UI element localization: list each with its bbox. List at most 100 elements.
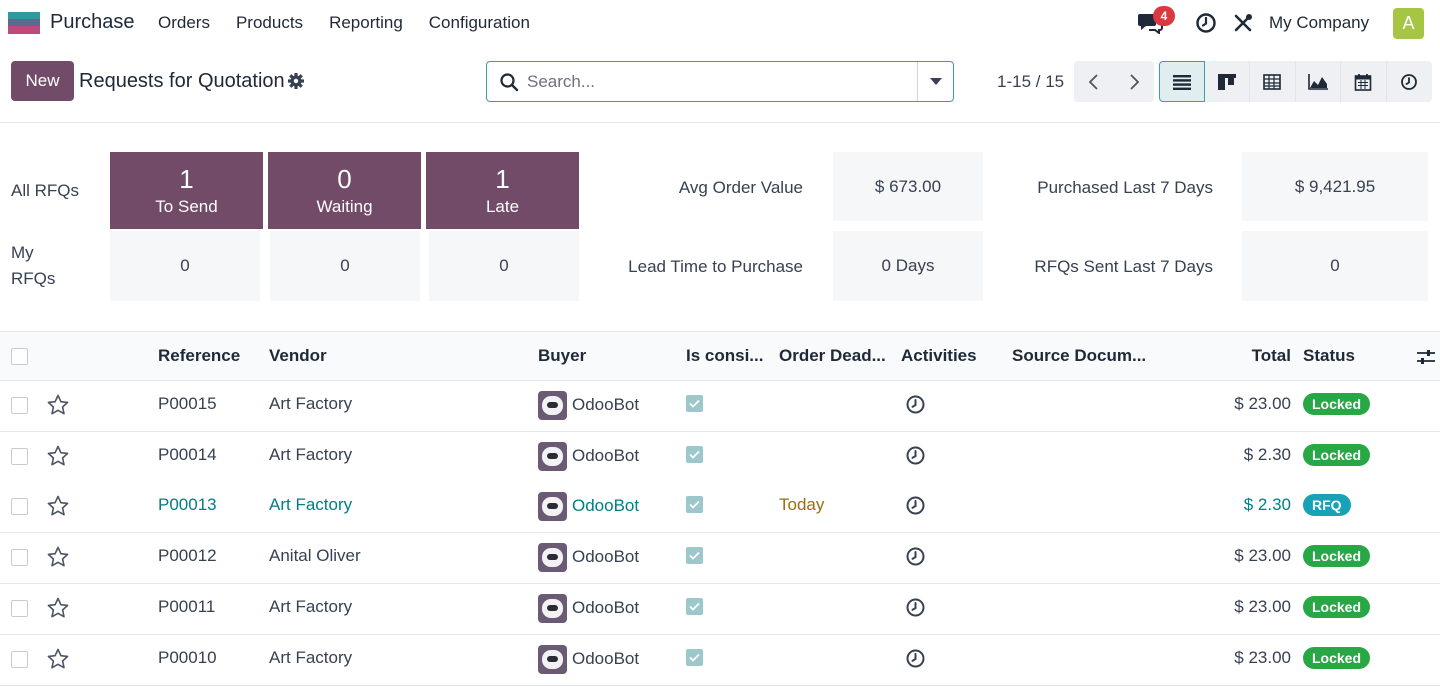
chevron-down-icon (929, 78, 942, 85)
check-icon (689, 653, 700, 662)
cell-total: $ 23.00 (1234, 596, 1291, 616)
divider (0, 122, 1440, 123)
row-checkbox[interactable] (11, 549, 28, 567)
col-is-consignment[interactable]: Is consi... (686, 346, 763, 366)
menu-configuration[interactable]: Configuration (429, 13, 530, 33)
app-name[interactable]: Purchase (50, 11, 135, 34)
table-row[interactable]: P00014 Art Factory OdooBot $ 2.30 Locked (0, 431, 1440, 483)
search-input[interactable] (527, 70, 907, 94)
row-checkbox[interactable] (11, 599, 28, 617)
view-graph-button[interactable] (1295, 61, 1341, 102)
col-status[interactable]: Status (1303, 346, 1355, 366)
status-badge: Locked (1303, 595, 1371, 618)
activity-clock-icon[interactable] (905, 495, 926, 516)
menu-orders[interactable]: Orders (158, 13, 210, 33)
menu-reporting[interactable]: Reporting (329, 13, 403, 33)
cell-vendor: Art Factory (269, 394, 353, 413)
star-icon[interactable] (46, 596, 70, 620)
tile-to-send[interactable]: 1 To Send (110, 152, 263, 229)
user-avatar[interactable]: A (1393, 8, 1424, 39)
star-icon[interactable] (46, 444, 70, 468)
table-row[interactable]: P00015 Art Factory OdooBot $ 23.00 Locked (0, 381, 1440, 432)
star-icon[interactable] (46, 647, 70, 671)
cell-total: $ 23.00 (1234, 647, 1291, 667)
debug-tools-icon[interactable] (1232, 12, 1254, 34)
col-total[interactable]: Total (1252, 346, 1291, 366)
search-icon (500, 73, 519, 92)
cell-reference: P00011 (158, 596, 216, 616)
col-activities[interactable]: Activities (901, 346, 977, 366)
tile-late[interactable]: 1 Late (426, 152, 579, 229)
cell-reference: P00012 (158, 546, 217, 566)
buyer-avatar (538, 441, 567, 471)
status-badge: Locked (1303, 545, 1371, 568)
consignment-checkbox (686, 445, 703, 463)
col-source-document[interactable]: Source Docum... (1012, 346, 1146, 366)
consignment-checkbox (686, 597, 703, 615)
app-logo-icon[interactable] (8, 12, 40, 34)
search-options-toggle[interactable] (917, 62, 953, 101)
row-checkbox[interactable] (11, 650, 28, 668)
view-activity-button[interactable] (1386, 61, 1432, 102)
col-vendor[interactable]: Vendor (269, 346, 327, 366)
row-checkbox[interactable] (11, 397, 28, 414)
consignment-checkbox (686, 395, 703, 412)
my-rfqs-label-line2: RFQs (11, 269, 56, 288)
tile-count: 1 (495, 163, 510, 194)
tile-waiting[interactable]: 0 Waiting (268, 152, 421, 229)
row-checkbox[interactable] (11, 447, 28, 465)
table-row[interactable]: P00011 Art Factory OdooBot $ 23.00 Locked (0, 583, 1440, 635)
col-reference[interactable]: Reference (158, 346, 240, 366)
rfqs-sent-7d-value: 0 (1242, 231, 1428, 301)
avg-order-value: $ 673.00 (833, 152, 983, 221)
star-icon[interactable] (46, 393, 70, 417)
view-pivot-button[interactable] (1250, 61, 1296, 102)
pager-next-button[interactable] (1114, 61, 1154, 102)
cell-vendor: Art Factory (269, 596, 353, 616)
col-buyer[interactable]: Buyer (538, 346, 586, 366)
gear-icon[interactable] (287, 72, 305, 90)
purchased-7d-label: Purchased Last 7 Days (1037, 178, 1213, 197)
table-row[interactable]: P00010 Art Factory OdooBot $ 23.00 Locked (0, 634, 1440, 686)
lead-time-label: Lead Time to Purchase (628, 257, 803, 276)
chat-badge: 4 (1153, 6, 1175, 26)
activity-clock-icon[interactable] (1195, 12, 1217, 34)
consignment-checkbox (686, 547, 703, 565)
activity-clock-icon[interactable] (905, 597, 926, 618)
view-calendar-button[interactable] (1341, 61, 1387, 102)
main-menu: Orders Products Reporting Configuration (158, 13, 556, 33)
cell-buyer: OdooBot (572, 395, 640, 414)
view-kanban-button[interactable] (1204, 61, 1250, 102)
cell-total: $ 23.00 (1234, 546, 1291, 566)
activity-clock-icon[interactable] (905, 394, 926, 415)
cell-reference: P00010 (158, 647, 217, 667)
row-checkbox[interactable] (11, 498, 28, 516)
my-to-send-value[interactable]: 0 (110, 231, 260, 301)
table-row[interactable]: P00013 Art Factory OdooBot Today $ 2.30 RFQ (0, 482, 1440, 534)
cell-vendor: Art Factory (269, 647, 353, 667)
cell-reference: P00014 (158, 444, 217, 464)
activity-clock-icon[interactable] (905, 648, 926, 669)
my-late-value[interactable]: 0 (429, 231, 579, 301)
consignment-checkbox (686, 648, 703, 666)
activity-clock-icon[interactable] (905, 546, 926, 567)
my-waiting-value[interactable]: 0 (270, 231, 420, 301)
select-all-checkbox[interactable] (11, 348, 28, 365)
buyer-avatar (538, 593, 567, 623)
menu-products[interactable]: Products (236, 13, 303, 33)
company-switcher[interactable]: My Company (1269, 13, 1369, 33)
pager-previous-button[interactable] (1074, 61, 1114, 102)
view-list-button[interactable] (1159, 61, 1205, 102)
col-order-deadline[interactable]: Order Dead... (779, 346, 886, 366)
cell-buyer: OdooBot (572, 547, 640, 567)
optional-columns-icon[interactable] (1416, 348, 1436, 366)
table-header: Reference Vendor Buyer Is consi... Order… (0, 332, 1440, 381)
new-button[interactable]: New (11, 61, 74, 101)
activity-clock-icon[interactable] (905, 445, 926, 466)
star-icon[interactable] (46, 494, 70, 518)
cell-buyer: OdooBot (572, 648, 640, 668)
table-row[interactable]: P00012 Anital Oliver OdooBot $ 23.00 Locked (0, 533, 1440, 585)
pager-value[interactable]: 1-15 / 15 (997, 72, 1064, 92)
star-icon[interactable] (46, 545, 70, 569)
cell-reference: P00015 (158, 394, 217, 413)
